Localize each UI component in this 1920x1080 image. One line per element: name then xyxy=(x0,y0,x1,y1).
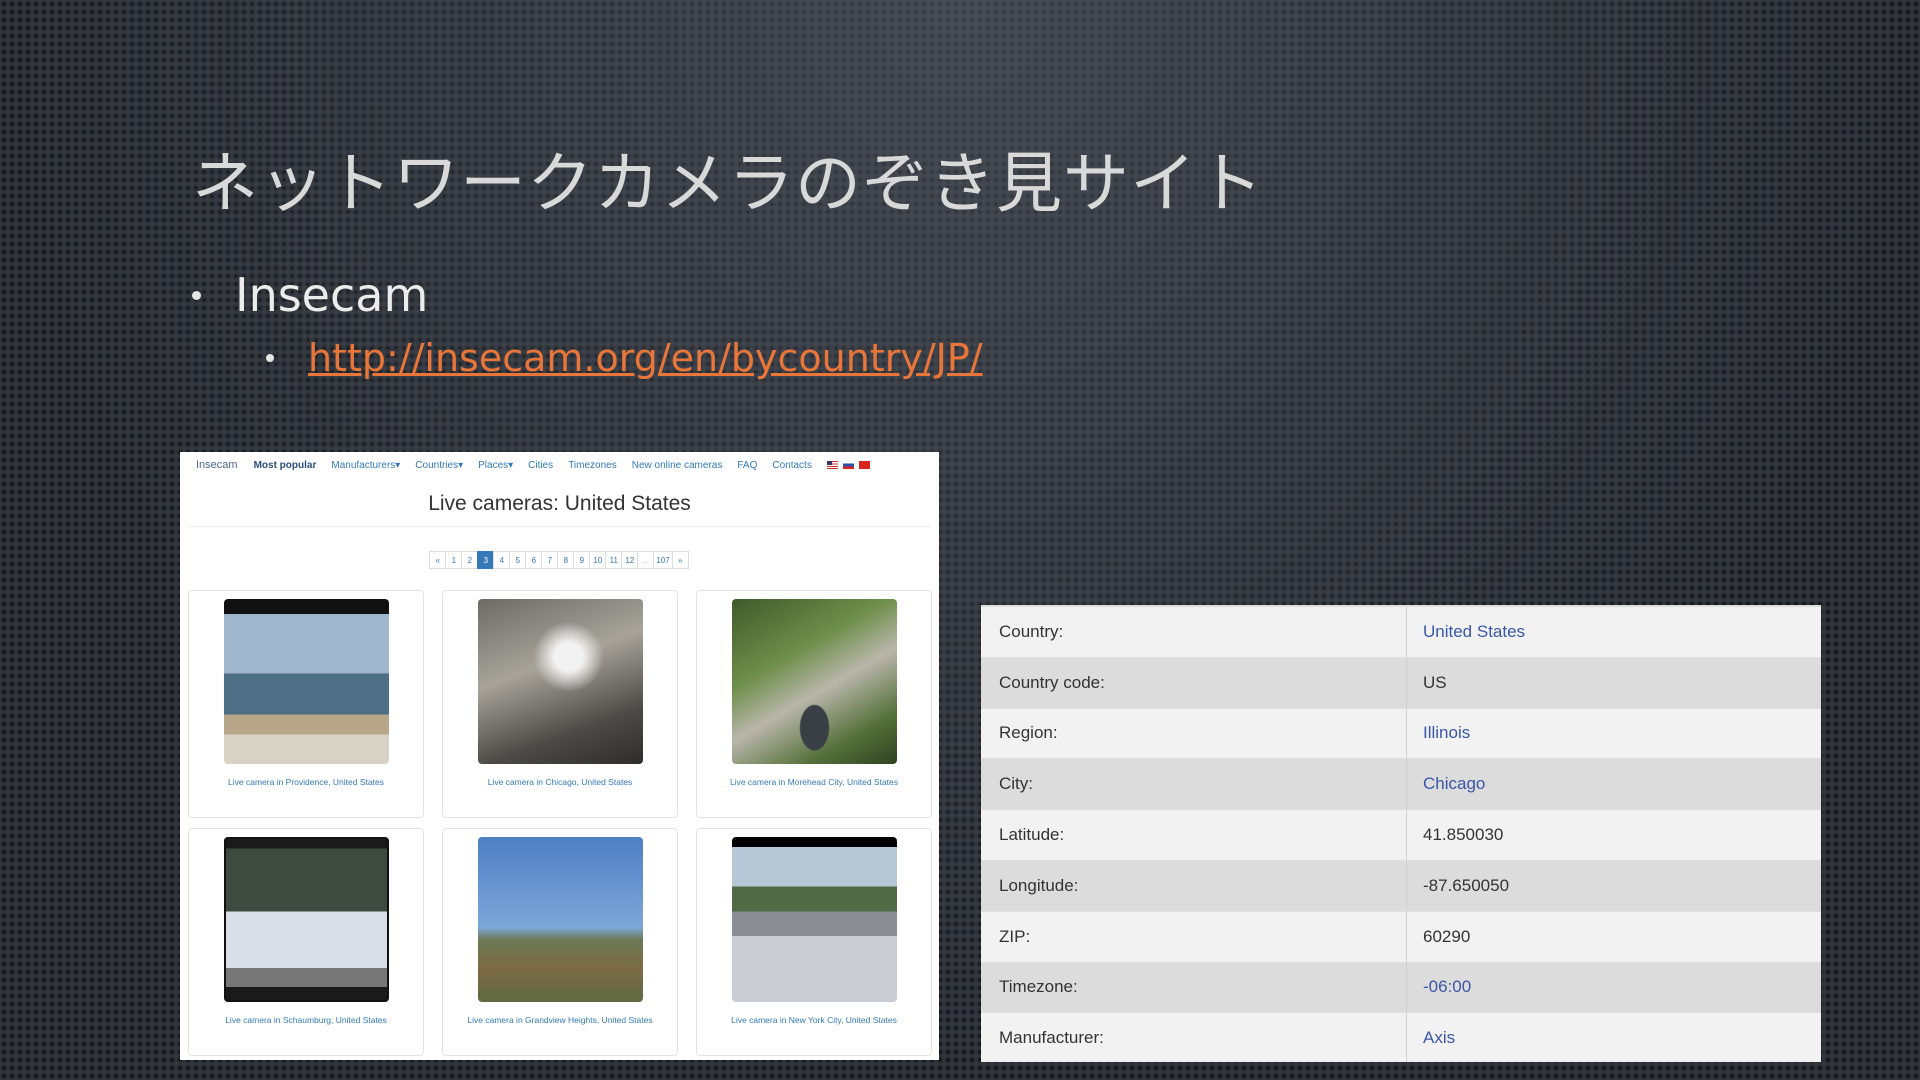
pagination-prev-button[interactable]: « xyxy=(429,551,447,569)
nav-cities[interactable]: Cities xyxy=(528,460,553,471)
bullet-dot-icon xyxy=(192,290,201,300)
detail-key: City: xyxy=(981,759,1407,810)
detail-row: Region: Illinois xyxy=(981,708,1821,760)
camera-grid: Live camera in Providence, United States… xyxy=(188,590,932,1056)
detail-value: -87.650050 xyxy=(1423,875,1510,895)
detail-row: City: Chicago xyxy=(981,759,1821,811)
camera-caption-link[interactable]: Live camera in New York City, United Sta… xyxy=(697,1015,931,1025)
pagination-page[interactable]: 4 xyxy=(493,551,511,569)
camera-caption-link[interactable]: Live camera in Chicago, United States xyxy=(443,777,677,787)
nav-most-popular[interactable]: Most popular xyxy=(254,460,317,471)
bullet-link-item: http://insecam.org/en/bycountry/JP/ xyxy=(266,336,983,380)
camera-card[interactable]: Live camera in Providence, United States xyxy=(188,590,424,818)
camera-card[interactable]: Live camera in Chicago, United States xyxy=(442,590,678,818)
pagination-page[interactable]: 11 xyxy=(605,551,623,569)
bullet-insecam: Insecam xyxy=(192,268,428,322)
detail-key: ZIP: xyxy=(981,911,1407,962)
camera-details-table: Country: United States Country code: US Regi… xyxy=(981,605,1821,1062)
detail-row: Timezone: -06:00 xyxy=(981,962,1821,1014)
detail-row: ZIP: 60290 xyxy=(981,911,1821,963)
camera-thumbnail[interactable] xyxy=(224,599,389,764)
nav-timezones[interactable]: Timezones xyxy=(568,460,617,471)
detail-value-link[interactable]: Illinois xyxy=(1407,709,1821,759)
ru-flag-icon[interactable] xyxy=(842,461,854,469)
camera-thumbnail[interactable] xyxy=(478,837,643,1002)
detail-key: Timezone: xyxy=(981,962,1407,1013)
detail-value: 60290 xyxy=(1423,926,1471,946)
camera-thumbnail[interactable] xyxy=(732,837,897,1002)
detail-value-link[interactable]: Chicago xyxy=(1407,759,1821,809)
detail-row: Manufacturer: Axis xyxy=(981,1013,1821,1062)
bullet-dot-icon xyxy=(266,354,274,362)
nav-places[interactable]: Places▾ xyxy=(478,460,513,471)
pagination-page[interactable]: 8 xyxy=(557,551,575,569)
cn-flag-icon[interactable] xyxy=(858,461,870,469)
pagination-next-button[interactable]: » xyxy=(671,551,689,569)
pagination-page[interactable]: 2 xyxy=(461,551,479,569)
camera-caption-link[interactable]: Live camera in Providence, United States xyxy=(189,777,423,787)
bullet-text: Insecam xyxy=(235,268,429,322)
detail-key: Country: xyxy=(981,607,1407,657)
nav-new-online-cameras[interactable]: New online cameras xyxy=(632,460,723,471)
detail-key: Country code: xyxy=(981,657,1407,708)
site-brand-link[interactable]: Insecam xyxy=(196,459,238,471)
camera-card[interactable]: Live camera in Grandview Heights, United… xyxy=(442,828,678,1056)
camera-thumbnail[interactable] xyxy=(732,599,897,764)
pagination-page[interactable]: 1 xyxy=(445,551,463,569)
detail-row: Longitude: -87.650050 xyxy=(981,860,1821,912)
nav-countries[interactable]: Countries▾ xyxy=(415,460,463,471)
camera-card[interactable]: Live camera in Morehead City, United Sta… xyxy=(696,590,932,818)
pagination-page[interactable]: 6 xyxy=(525,551,543,569)
nav-faq[interactable]: FAQ xyxy=(737,460,757,471)
pagination-page: ... xyxy=(637,551,655,569)
detail-value: US xyxy=(1423,672,1447,692)
site-navbar: Insecam Most popular Manufacturers▾ Coun… xyxy=(180,452,939,478)
camera-thumbnail[interactable] xyxy=(224,837,389,1002)
detail-key: Region: xyxy=(981,708,1407,759)
camera-card[interactable]: Live camera in Schaumburg, United States xyxy=(188,828,424,1056)
detail-value: 41.850030 xyxy=(1423,825,1504,845)
site-page-heading: Live cameras: United States xyxy=(428,492,691,515)
camera-caption-link[interactable]: Live camera in Morehead City, United Sta… xyxy=(697,777,931,787)
insecam-screenshot: Insecam Most popular Manufacturers▾ Coun… xyxy=(180,452,939,1060)
camera-caption-link[interactable]: Live camera in Schaumburg, United States xyxy=(189,1015,423,1025)
detail-key: Latitude: xyxy=(981,810,1407,860)
pagination-page[interactable]: 12 xyxy=(621,551,639,569)
detail-row: Country: United States xyxy=(981,607,1821,658)
pagination: «1 2 3 4 5 6 7 8 9 10 11 12... 107» xyxy=(180,551,939,569)
nav-contacts[interactable]: Contacts xyxy=(772,460,811,471)
insecam-url-link[interactable]: http://insecam.org/en/bycountry/JP/ xyxy=(308,336,983,380)
pagination-page[interactable]: 5 xyxy=(509,551,527,569)
detail-key: Longitude: xyxy=(981,860,1407,911)
detail-key: Manufacturer: xyxy=(981,1013,1407,1062)
pagination-page[interactable]: 9 xyxy=(573,551,591,569)
detail-value-link[interactable]: Axis xyxy=(1407,1013,1821,1062)
detail-value-link[interactable]: United States xyxy=(1407,607,1821,657)
camera-card[interactable]: Live camera in New York City, United Sta… xyxy=(696,828,932,1056)
pagination-page[interactable]: 107 xyxy=(653,551,673,569)
pagination-page[interactable]: 10 xyxy=(589,551,607,569)
pagination-page[interactable]: 3 xyxy=(477,551,495,569)
camera-thumbnail[interactable] xyxy=(478,599,643,764)
us-flag-icon[interactable] xyxy=(826,461,838,469)
divider xyxy=(188,526,931,527)
camera-caption-link[interactable]: Live camera in Grandview Heights, United… xyxy=(443,1015,677,1025)
pagination-page[interactable]: 7 xyxy=(541,551,559,569)
slide-title: ネットワークカメラのぞき見サイト xyxy=(192,145,1264,222)
nav-manufacturers[interactable]: Manufacturers▾ xyxy=(331,460,400,471)
detail-row: Latitude: 41.850030 xyxy=(981,810,1821,861)
detail-value-link[interactable]: -06:00 xyxy=(1407,963,1821,1013)
detail-row: Country code: US xyxy=(981,657,1821,709)
